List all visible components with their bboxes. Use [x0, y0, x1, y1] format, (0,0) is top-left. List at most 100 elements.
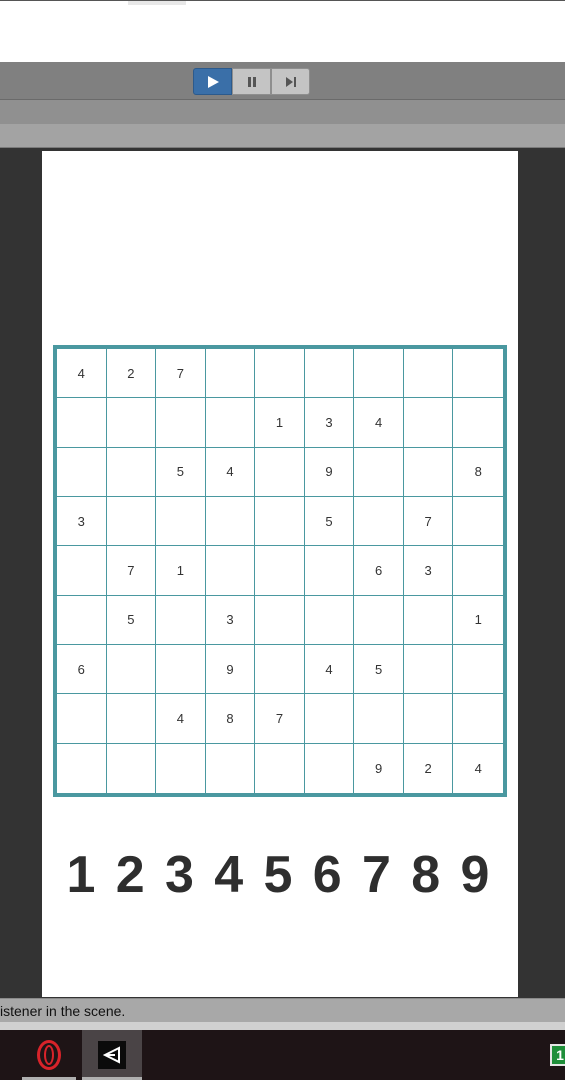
sudoku-cell[interactable] — [57, 595, 107, 645]
sudoku-cell[interactable] — [57, 743, 107, 793]
sudoku-cell[interactable] — [305, 743, 355, 793]
sudoku-cell[interactable] — [57, 694, 107, 744]
sudoku-cell[interactable] — [453, 546, 503, 596]
sudoku-cell[interactable]: 2 — [404, 743, 454, 793]
sudoku-cell[interactable] — [403, 447, 454, 497]
sudoku-cell[interactable] — [205, 349, 256, 399]
sudoku-cell[interactable] — [255, 349, 305, 399]
sudoku-cell[interactable] — [255, 595, 305, 645]
sudoku-cell[interactable]: 3 — [304, 398, 355, 448]
sudoku-cell[interactable]: 4 — [156, 694, 206, 744]
sudoku-cell[interactable] — [453, 349, 503, 399]
sudoku-cell[interactable] — [106, 644, 157, 695]
sudoku-cell[interactable] — [57, 546, 107, 596]
sudoku-cell[interactable]: 8 — [205, 694, 256, 744]
sudoku-cell[interactable]: 1 — [255, 398, 305, 448]
sudoku-cell[interactable] — [453, 694, 503, 744]
play-button[interactable] — [193, 68, 232, 95]
sudoku-cell[interactable]: 3 — [403, 546, 454, 596]
sudoku-cell[interactable]: 6 — [57, 644, 107, 695]
sudoku-cell[interactable] — [106, 694, 157, 744]
sudoku-cell[interactable] — [403, 644, 454, 695]
sudoku-cell[interactable]: 5 — [106, 595, 157, 645]
number-button[interactable]: 7 — [354, 842, 400, 908]
console-status-bar[interactable]: istener in the scene. — [0, 998, 565, 1022]
number-button[interactable]: 8 — [403, 842, 449, 908]
sudoku-cell[interactable] — [403, 694, 454, 744]
sudoku-cell[interactable] — [156, 743, 206, 793]
sudoku-cell[interactable] — [354, 447, 404, 497]
sudoku-cell[interactable]: 4 — [304, 644, 355, 695]
sudoku-cell[interactable] — [255, 447, 305, 497]
sudoku-cell[interactable]: 3 — [205, 595, 256, 645]
sudoku-cell[interactable] — [354, 496, 404, 547]
tray-badge[interactable]: 1 — [550, 1044, 565, 1066]
sudoku-cell[interactable]: 2 — [106, 349, 157, 399]
sudoku-cell[interactable] — [156, 398, 206, 448]
sudoku-cell[interactable]: 4 — [453, 744, 503, 793]
sudoku-cell[interactable] — [403, 595, 454, 645]
sudoku-cell[interactable] — [354, 349, 404, 399]
sudoku-cell[interactable]: 6 — [354, 546, 404, 596]
status-divider — [0, 1022, 565, 1030]
sudoku-cell[interactable] — [156, 595, 206, 645]
sudoku-cell[interactable]: 7 — [403, 496, 454, 547]
sudoku-cell[interactable] — [255, 743, 305, 793]
sudoku-cell[interactable] — [205, 496, 256, 547]
sudoku-cell[interactable] — [206, 743, 256, 793]
sudoku-cell[interactable]: 4 — [205, 447, 256, 497]
sudoku-cell[interactable]: 4 — [57, 349, 107, 399]
number-button[interactable]: 5 — [255, 842, 301, 908]
sudoku-cell[interactable] — [57, 447, 107, 497]
sudoku-cell[interactable]: 1 — [156, 546, 206, 596]
sudoku-cell[interactable] — [354, 595, 404, 645]
pause-button[interactable] — [232, 68, 271, 95]
sudoku-cell[interactable] — [304, 349, 355, 399]
number-button[interactable]: 2 — [107, 842, 153, 908]
sudoku-cell[interactable] — [156, 496, 206, 547]
sudoku-cell[interactable] — [354, 694, 404, 744]
sudoku-cell[interactable] — [403, 398, 454, 448]
tray-badge-text: 1 — [556, 1047, 564, 1063]
sudoku-cell[interactable] — [106, 496, 157, 547]
sudoku-cell[interactable]: 7 — [106, 546, 157, 596]
sudoku-cell[interactable] — [205, 398, 256, 448]
sudoku-cell[interactable]: 5 — [354, 644, 404, 695]
sudoku-cell[interactable] — [156, 644, 206, 695]
sudoku-cell[interactable]: 5 — [156, 447, 206, 497]
number-button[interactable]: 9 — [452, 842, 498, 908]
sudoku-cell[interactable]: 9 — [205, 644, 256, 695]
number-button[interactable]: 6 — [304, 842, 350, 908]
sudoku-cell[interactable]: 4 — [354, 398, 404, 448]
sudoku-cell[interactable] — [453, 398, 503, 448]
number-button[interactable]: 4 — [206, 842, 252, 908]
sudoku-cell[interactable]: 3 — [57, 496, 107, 547]
taskbar-unity[interactable] — [82, 1030, 142, 1080]
sudoku-cell[interactable] — [403, 349, 454, 399]
sudoku-cell[interactable] — [304, 595, 355, 645]
sudoku-cell[interactable] — [107, 743, 157, 793]
taskbar-opera[interactable] — [22, 1030, 76, 1080]
sudoku-cell[interactable] — [304, 546, 355, 596]
sudoku-cell[interactable]: 9 — [354, 743, 404, 793]
sudoku-cell[interactable]: 1 — [453, 596, 503, 645]
sudoku-cell[interactable] — [255, 496, 305, 547]
sudoku-cell[interactable] — [57, 398, 107, 448]
sudoku-cell[interactable]: 8 — [453, 448, 503, 497]
sudoku-cell[interactable] — [453, 645, 503, 695]
sudoku-cell[interactable] — [304, 694, 355, 744]
number-button[interactable]: 3 — [157, 842, 203, 908]
sudoku-cell[interactable]: 7 — [156, 349, 206, 399]
number-button[interactable]: 1 — [58, 842, 104, 908]
sudoku-cell[interactable]: 7 — [255, 694, 305, 744]
sudoku-cell[interactable]: 5 — [304, 496, 355, 547]
sudoku-cell[interactable]: 9 — [304, 447, 355, 497]
sudoku-cell[interactable] — [106, 447, 157, 497]
sudoku-cell[interactable] — [453, 497, 503, 547]
sudoku-cell[interactable] — [255, 644, 305, 695]
step-button[interactable] — [271, 68, 310, 95]
play-controls — [193, 68, 310, 95]
sudoku-cell[interactable] — [205, 546, 256, 596]
sudoku-cell[interactable] — [255, 546, 305, 596]
sudoku-cell[interactable] — [106, 398, 157, 448]
